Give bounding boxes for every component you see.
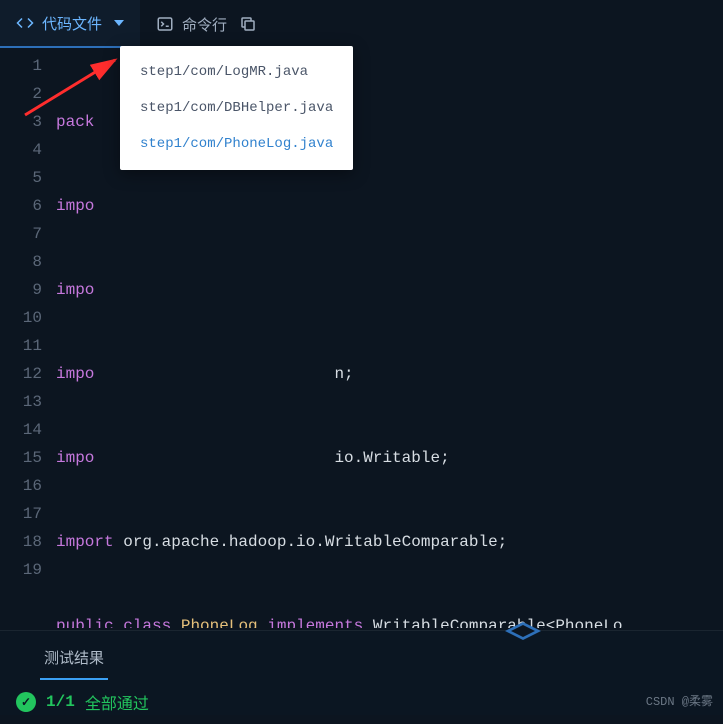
- terminal-icon: [156, 15, 174, 33]
- code-editor[interactable]: 123 456 789 101112 131415 161718 19 pack…: [0, 48, 723, 628]
- line-number-gutter: 123 456 789 101112 131415 161718 19: [0, 48, 56, 628]
- tab-test-results[interactable]: 测试结果: [40, 641, 108, 680]
- dropdown-item-dbhelper[interactable]: step1/com/DBHelper.java: [120, 90, 353, 126]
- dropdown-item-logmr[interactable]: step1/com/LogMR.java: [120, 54, 353, 90]
- file-dropdown: step1/com/LogMR.java step1/com/DBHelper.…: [120, 46, 353, 170]
- tab-terminal-label: 命令行: [182, 14, 227, 35]
- duplicate-icon[interactable]: [239, 15, 257, 33]
- scroll-indicator-icon: [505, 622, 541, 640]
- code-icon: [16, 14, 34, 32]
- chevron-down-icon: [114, 20, 124, 26]
- check-circle-icon: ✓: [16, 692, 36, 712]
- test-results-panel: 测试结果 ✓ 1/1 全部通过: [0, 630, 723, 715]
- test-status-text: 全部通过: [85, 690, 149, 714]
- test-status-row: ✓ 1/1 全部通过: [0, 680, 723, 724]
- tab-code-files-label: 代码文件: [42, 13, 102, 34]
- tab-code-files[interactable]: 代码文件: [0, 0, 140, 48]
- watermark-text: CSDN @柔雾: [646, 692, 713, 709]
- results-tab-bar: 测试结果: [0, 631, 723, 680]
- dropdown-item-phonelog[interactable]: step1/com/PhoneLog.java: [120, 126, 353, 162]
- editor-tab-bar: 代码文件 命令行: [0, 0, 723, 48]
- tab-terminal[interactable]: 命令行: [140, 0, 273, 48]
- test-count: 1/1: [46, 693, 75, 711]
